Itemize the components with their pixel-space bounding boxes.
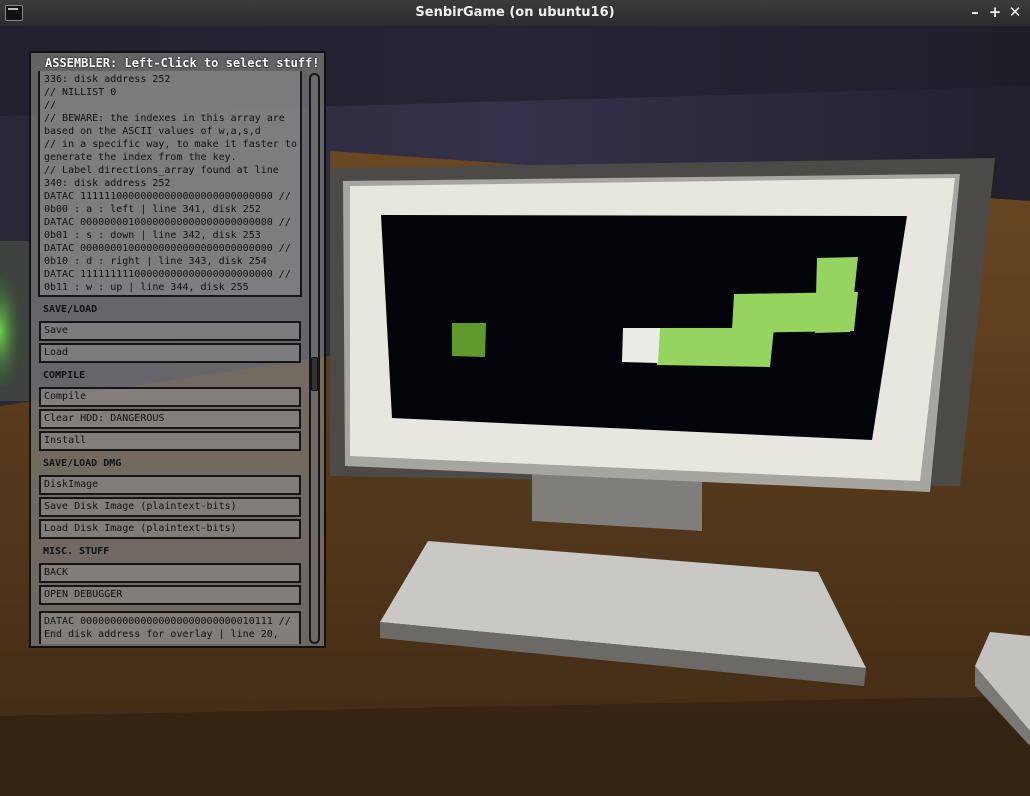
code-line[interactable]: 0b10 : d : right | line 343, disk 254 — [44, 255, 296, 268]
snake-segment — [657, 328, 774, 367]
code-line[interactable]: // in a specific way, to make it faster … — [44, 138, 297, 151]
assembler-header: ASSEMBLER: Left-Click to select stuff! — [45, 56, 320, 70]
overlay-code-view[interactable]: DATAC 00000000000000000000000000010111 /… — [39, 611, 301, 644]
back-button[interactable]: BACK — [39, 563, 301, 583]
code-line[interactable]: DATAC 00000000000000000000000000010111 /… — [44, 615, 296, 628]
code-line[interactable]: 340: disk address 252 — [44, 177, 296, 190]
code-line[interactable]: 0b11 : w : up | line 344, disk 255 — [44, 281, 296, 294]
code-line[interactable]: // Label directions_array found at line — [44, 164, 296, 177]
save-disk-image-button[interactable]: Save Disk Image (plaintext-bits) — [39, 497, 301, 517]
section-save-load: SAVE/LOAD — [43, 304, 98, 315]
save-button[interactable]: Save — [39, 321, 301, 341]
window-title: SenbirGame (on ubuntu16) — [415, 5, 615, 20]
load-disk-image-button[interactable]: Load Disk Image (plaintext-bits) — [39, 519, 301, 539]
assembler-panel: ASSEMBLER: Left-Click to select stuff! 3… — [29, 51, 326, 648]
compile-button[interactable]: Compile — [39, 387, 301, 407]
code-line[interactable]: // — [44, 99, 296, 112]
code-line[interactable]: generate the index from the key. — [44, 151, 296, 164]
code-line[interactable]: DATAC 11111100000000000000000000000000 /… — [44, 190, 296, 203]
disk-image-button[interactable]: DiskImage — [39, 475, 301, 495]
code-line[interactable]: // NILLIST 0 — [44, 86, 296, 99]
maximize-button[interactable]: + — [986, 3, 1004, 21]
code-line[interactable]: DATAC 11111111100000000000000000000000 /… — [44, 268, 296, 281]
install-button[interactable]: Install — [39, 431, 301, 451]
code-line[interactable]: DATAC 00000001000000000000000000000000 /… — [44, 242, 296, 255]
load-button[interactable]: Load — [39, 343, 301, 363]
code-line[interactable]: based on the ASCII values of w,a,s,d — [44, 125, 296, 138]
code-line[interactable]: End disk address for overlay | line 20, — [44, 628, 296, 641]
code-line[interactable]: DATAC 00000000100000000000000000000000 /… — [44, 216, 296, 229]
code-line[interactable]: 336: disk address 252 — [44, 73, 296, 86]
snake-head — [622, 328, 660, 363]
assembler-code-view[interactable]: 336: disk address 252 // NILLIST 0 // //… — [38, 71, 302, 297]
open-debugger-button[interactable]: OPEN DEBUGGER — [39, 585, 301, 605]
minimize-button[interactable]: – — [966, 3, 984, 21]
clear-hdd-button[interactable]: Clear HDD: DANGEROUS — [39, 409, 301, 429]
panel-scrollbar-thumb[interactable] — [311, 357, 318, 391]
code-line[interactable]: 0b00 : a : left | line 341, disk 252 — [44, 203, 296, 216]
snake-food — [452, 323, 486, 357]
window-titlebar: SenbirGame (on ubuntu16) – + ✕ — [0, 0, 1030, 26]
code-line[interactable]: // BEWARE: the indexes in this array are — [44, 112, 296, 125]
section-compile: COMPILE — [43, 370, 86, 381]
close-button[interactable]: ✕ — [1006, 3, 1024, 21]
section-misc: MISC. STUFF — [43, 546, 110, 557]
section-save-load-dmg: SAVE/LOAD DMG — [43, 458, 122, 469]
code-line[interactable]: 0b01 : s : down | line 342, disk 253 — [44, 229, 296, 242]
